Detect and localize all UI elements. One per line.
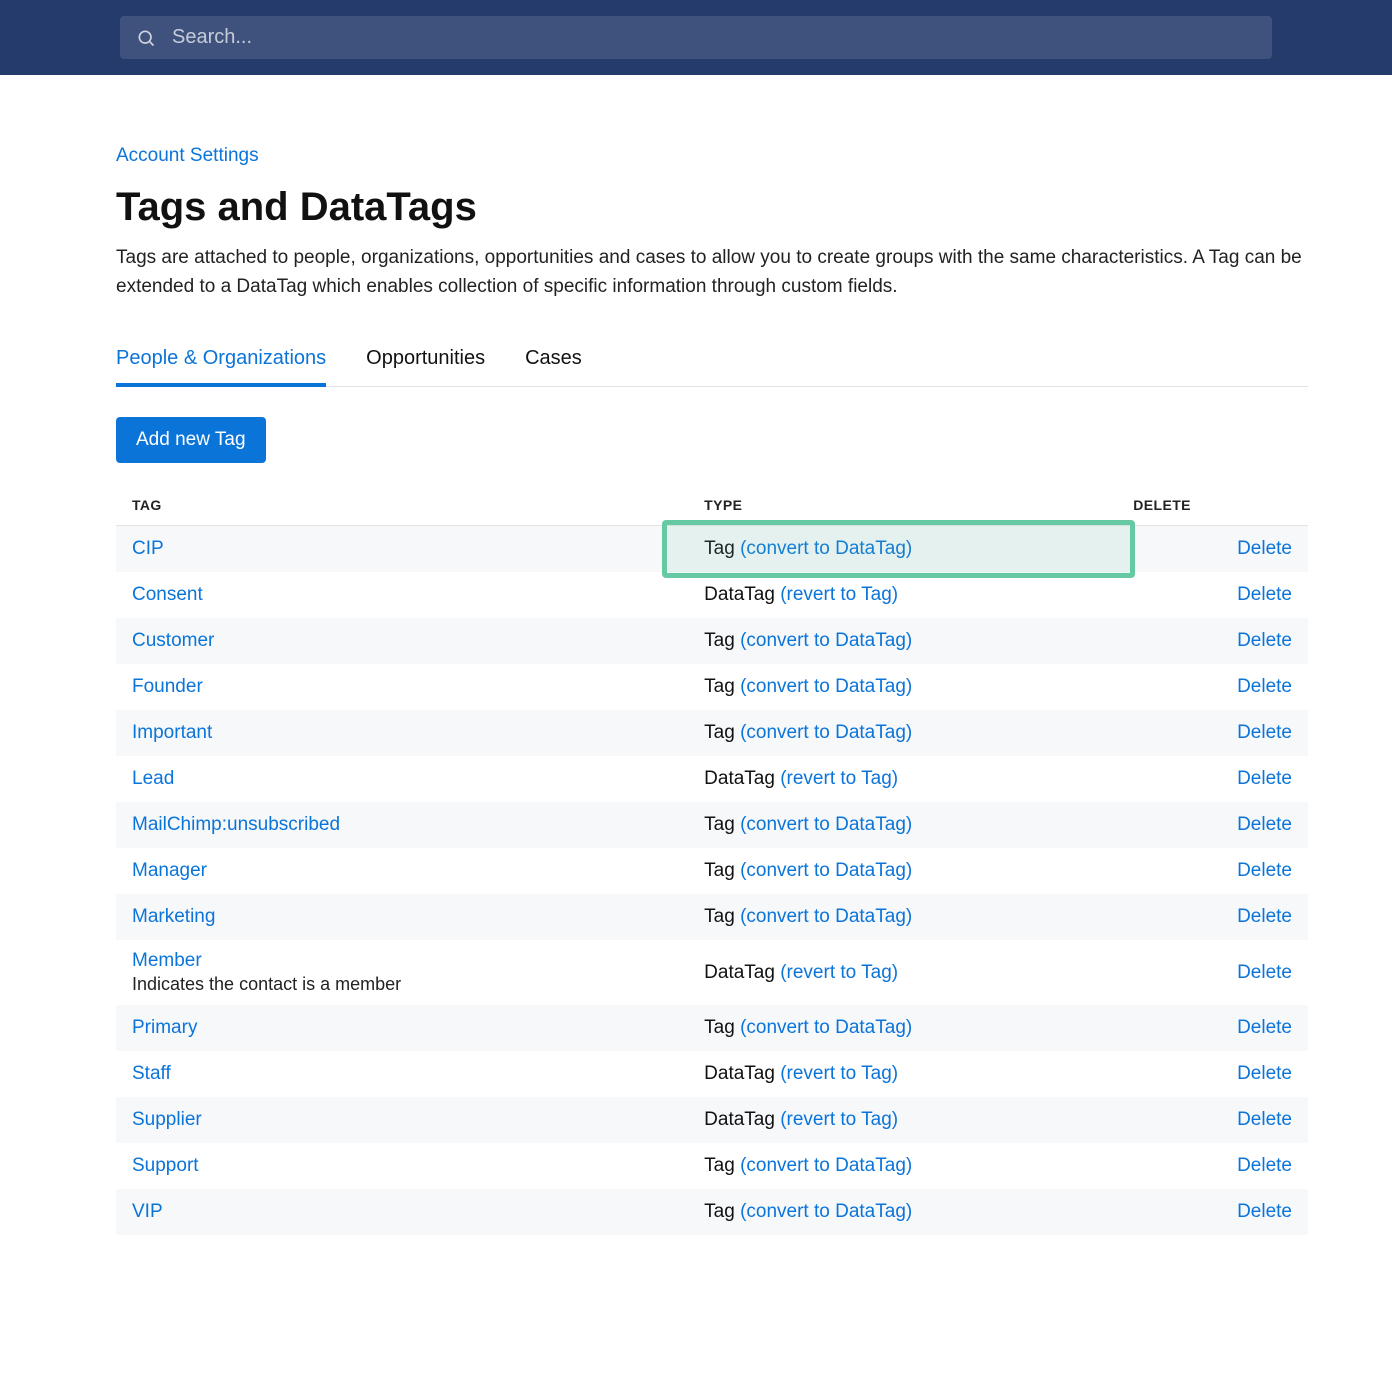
tag-type: Tag xyxy=(704,722,740,743)
add-new-tag-button[interactable]: Add new Tag xyxy=(116,417,266,463)
table-row: Primary Tag (convert to DataTag) Delete xyxy=(116,1005,1308,1051)
breadcrumb: Account Settings xyxy=(116,145,1308,167)
tag-type: DataTag xyxy=(704,1109,780,1130)
table-row: Customer Tag (convert to DataTag) Delete xyxy=(116,618,1308,664)
table-row: Consent DataTag (revert to Tag) Delete xyxy=(116,572,1308,618)
tag-type-action[interactable]: (convert to DataTag) xyxy=(740,860,912,881)
delete-link[interactable]: Delete xyxy=(1237,584,1292,605)
tag-type-action[interactable]: (revert to Tag) xyxy=(780,584,898,605)
tag-link[interactable]: Customer xyxy=(132,630,214,651)
delete-link[interactable]: Delete xyxy=(1237,962,1292,983)
delete-link[interactable]: Delete xyxy=(1237,768,1292,789)
table-row: Marketing Tag (convert to DataTag) Delete xyxy=(116,894,1308,940)
tag-link[interactable]: Important xyxy=(132,722,212,743)
table-row: Manager Tag (convert to DataTag) Delete xyxy=(116,848,1308,894)
tag-type-action[interactable]: (convert to DataTag) xyxy=(740,676,912,697)
tab-opportunities[interactable]: Opportunities xyxy=(366,341,485,386)
tag-type-action[interactable]: (revert to Tag) xyxy=(780,1109,898,1130)
tag-note: Indicates the contact is a member xyxy=(132,974,672,995)
tag-type-action[interactable]: (convert to DataTag) xyxy=(740,1017,912,1038)
table-row: Lead DataTag (revert to Tag) Delete xyxy=(116,756,1308,802)
breadcrumb-link-account-settings[interactable]: Account Settings xyxy=(116,145,259,166)
delete-link[interactable]: Delete xyxy=(1237,1201,1292,1222)
tag-type-action[interactable]: (revert to Tag) xyxy=(780,962,898,983)
tag-link[interactable]: Consent xyxy=(132,584,203,605)
tag-type: Tag xyxy=(704,860,740,881)
tag-type: Tag xyxy=(704,630,740,651)
tag-link[interactable]: Manager xyxy=(132,860,207,881)
page-title: Tags and DataTags xyxy=(116,185,1308,230)
delete-link[interactable]: Delete xyxy=(1237,814,1292,835)
delete-link[interactable]: Delete xyxy=(1237,1017,1292,1038)
tag-type-action[interactable]: (convert to DataTag) xyxy=(740,722,912,743)
tag-type: Tag xyxy=(704,1201,740,1222)
tag-link[interactable]: Support xyxy=(132,1155,199,1176)
tag-type: Tag xyxy=(704,676,740,697)
table-row: Member Indicates the contact is a member D… xyxy=(116,940,1308,1005)
delete-link[interactable]: Delete xyxy=(1237,538,1292,559)
page-content: Account Settings Tags and DataTags Tags … xyxy=(36,75,1356,1295)
tab-people-organizations[interactable]: People & Organizations xyxy=(116,341,326,386)
search-icon xyxy=(136,28,156,48)
table-row: Founder Tag (convert to DataTag) Delete xyxy=(116,664,1308,710)
delete-link[interactable]: Delete xyxy=(1237,630,1292,651)
tag-link[interactable]: Primary xyxy=(132,1017,197,1038)
tag-type-action[interactable]: (convert to DataTag) xyxy=(740,814,912,835)
column-header-type: TYPE xyxy=(688,485,1117,526)
tag-link[interactable]: VIP xyxy=(132,1201,163,1222)
tabs: People & Organizations Opportunities Cases xyxy=(116,341,1308,387)
tag-link[interactable]: Lead xyxy=(132,768,174,789)
delete-link[interactable]: Delete xyxy=(1237,1063,1292,1084)
tag-link[interactable]: Marketing xyxy=(132,906,215,927)
tag-type: DataTag xyxy=(704,584,780,605)
tag-type: DataTag xyxy=(704,1063,780,1084)
tag-type: DataTag xyxy=(704,962,780,983)
tag-type: DataTag xyxy=(704,768,780,789)
table-row: Support Tag (convert to DataTag) Delete xyxy=(116,1143,1308,1189)
tab-cases[interactable]: Cases xyxy=(525,341,582,386)
table-row: VIP Tag (convert to DataTag) Delete xyxy=(116,1189,1308,1235)
topbar xyxy=(0,0,1392,75)
tag-link[interactable]: MailChimp:unsubscribed xyxy=(132,814,340,835)
page-description: Tags are attached to people, organizatio… xyxy=(116,244,1308,301)
delete-link[interactable]: Delete xyxy=(1237,1109,1292,1130)
table-row: Staff DataTag (revert to Tag) Delete xyxy=(116,1051,1308,1097)
tag-type: Tag xyxy=(704,906,740,927)
search-field[interactable] xyxy=(120,16,1272,59)
delete-link[interactable]: Delete xyxy=(1237,722,1292,743)
table-row: CIP Tag (convert to DataTag) Delete xyxy=(116,526,1308,573)
table-row: Supplier DataTag (revert to Tag) Delete xyxy=(116,1097,1308,1143)
column-header-tag: TAG xyxy=(116,485,688,526)
tag-type: Tag xyxy=(704,538,740,559)
tag-type-action[interactable]: (convert to DataTag) xyxy=(740,1155,912,1176)
tag-type-action[interactable]: (convert to DataTag) xyxy=(740,1201,912,1222)
tag-type: Tag xyxy=(704,1155,740,1176)
tag-link[interactable]: Supplier xyxy=(132,1109,202,1130)
delete-link[interactable]: Delete xyxy=(1237,1155,1292,1176)
table-row: MailChimp:unsubscribed Tag (convert to Da… xyxy=(116,802,1308,848)
delete-link[interactable]: Delete xyxy=(1237,906,1292,927)
column-header-delete: DELETE xyxy=(1117,485,1308,526)
tag-type-action[interactable]: (revert to Tag) xyxy=(780,768,898,789)
table-row: Important Tag (convert to DataTag) Delete xyxy=(116,710,1308,756)
tag-link[interactable]: Staff xyxy=(132,1063,171,1084)
tag-type-action[interactable]: (convert to DataTag) xyxy=(740,630,912,651)
tag-type-action[interactable]: (convert to DataTag) xyxy=(740,538,912,559)
tag-link[interactable]: CIP xyxy=(132,538,164,559)
tag-link[interactable]: Member xyxy=(132,950,202,971)
tag-type-action[interactable]: (revert to Tag) xyxy=(780,1063,898,1084)
tag-type: Tag xyxy=(704,814,740,835)
tags-table: TAG TYPE DELETE CIP Tag (convert to DataT… xyxy=(116,485,1308,1235)
delete-link[interactable]: Delete xyxy=(1237,860,1292,881)
tag-type: Tag xyxy=(704,1017,740,1038)
tag-type-action[interactable]: (convert to DataTag) xyxy=(740,906,912,927)
tag-link[interactable]: Founder xyxy=(132,676,203,697)
search-input[interactable] xyxy=(172,26,1256,49)
delete-link[interactable]: Delete xyxy=(1237,676,1292,697)
